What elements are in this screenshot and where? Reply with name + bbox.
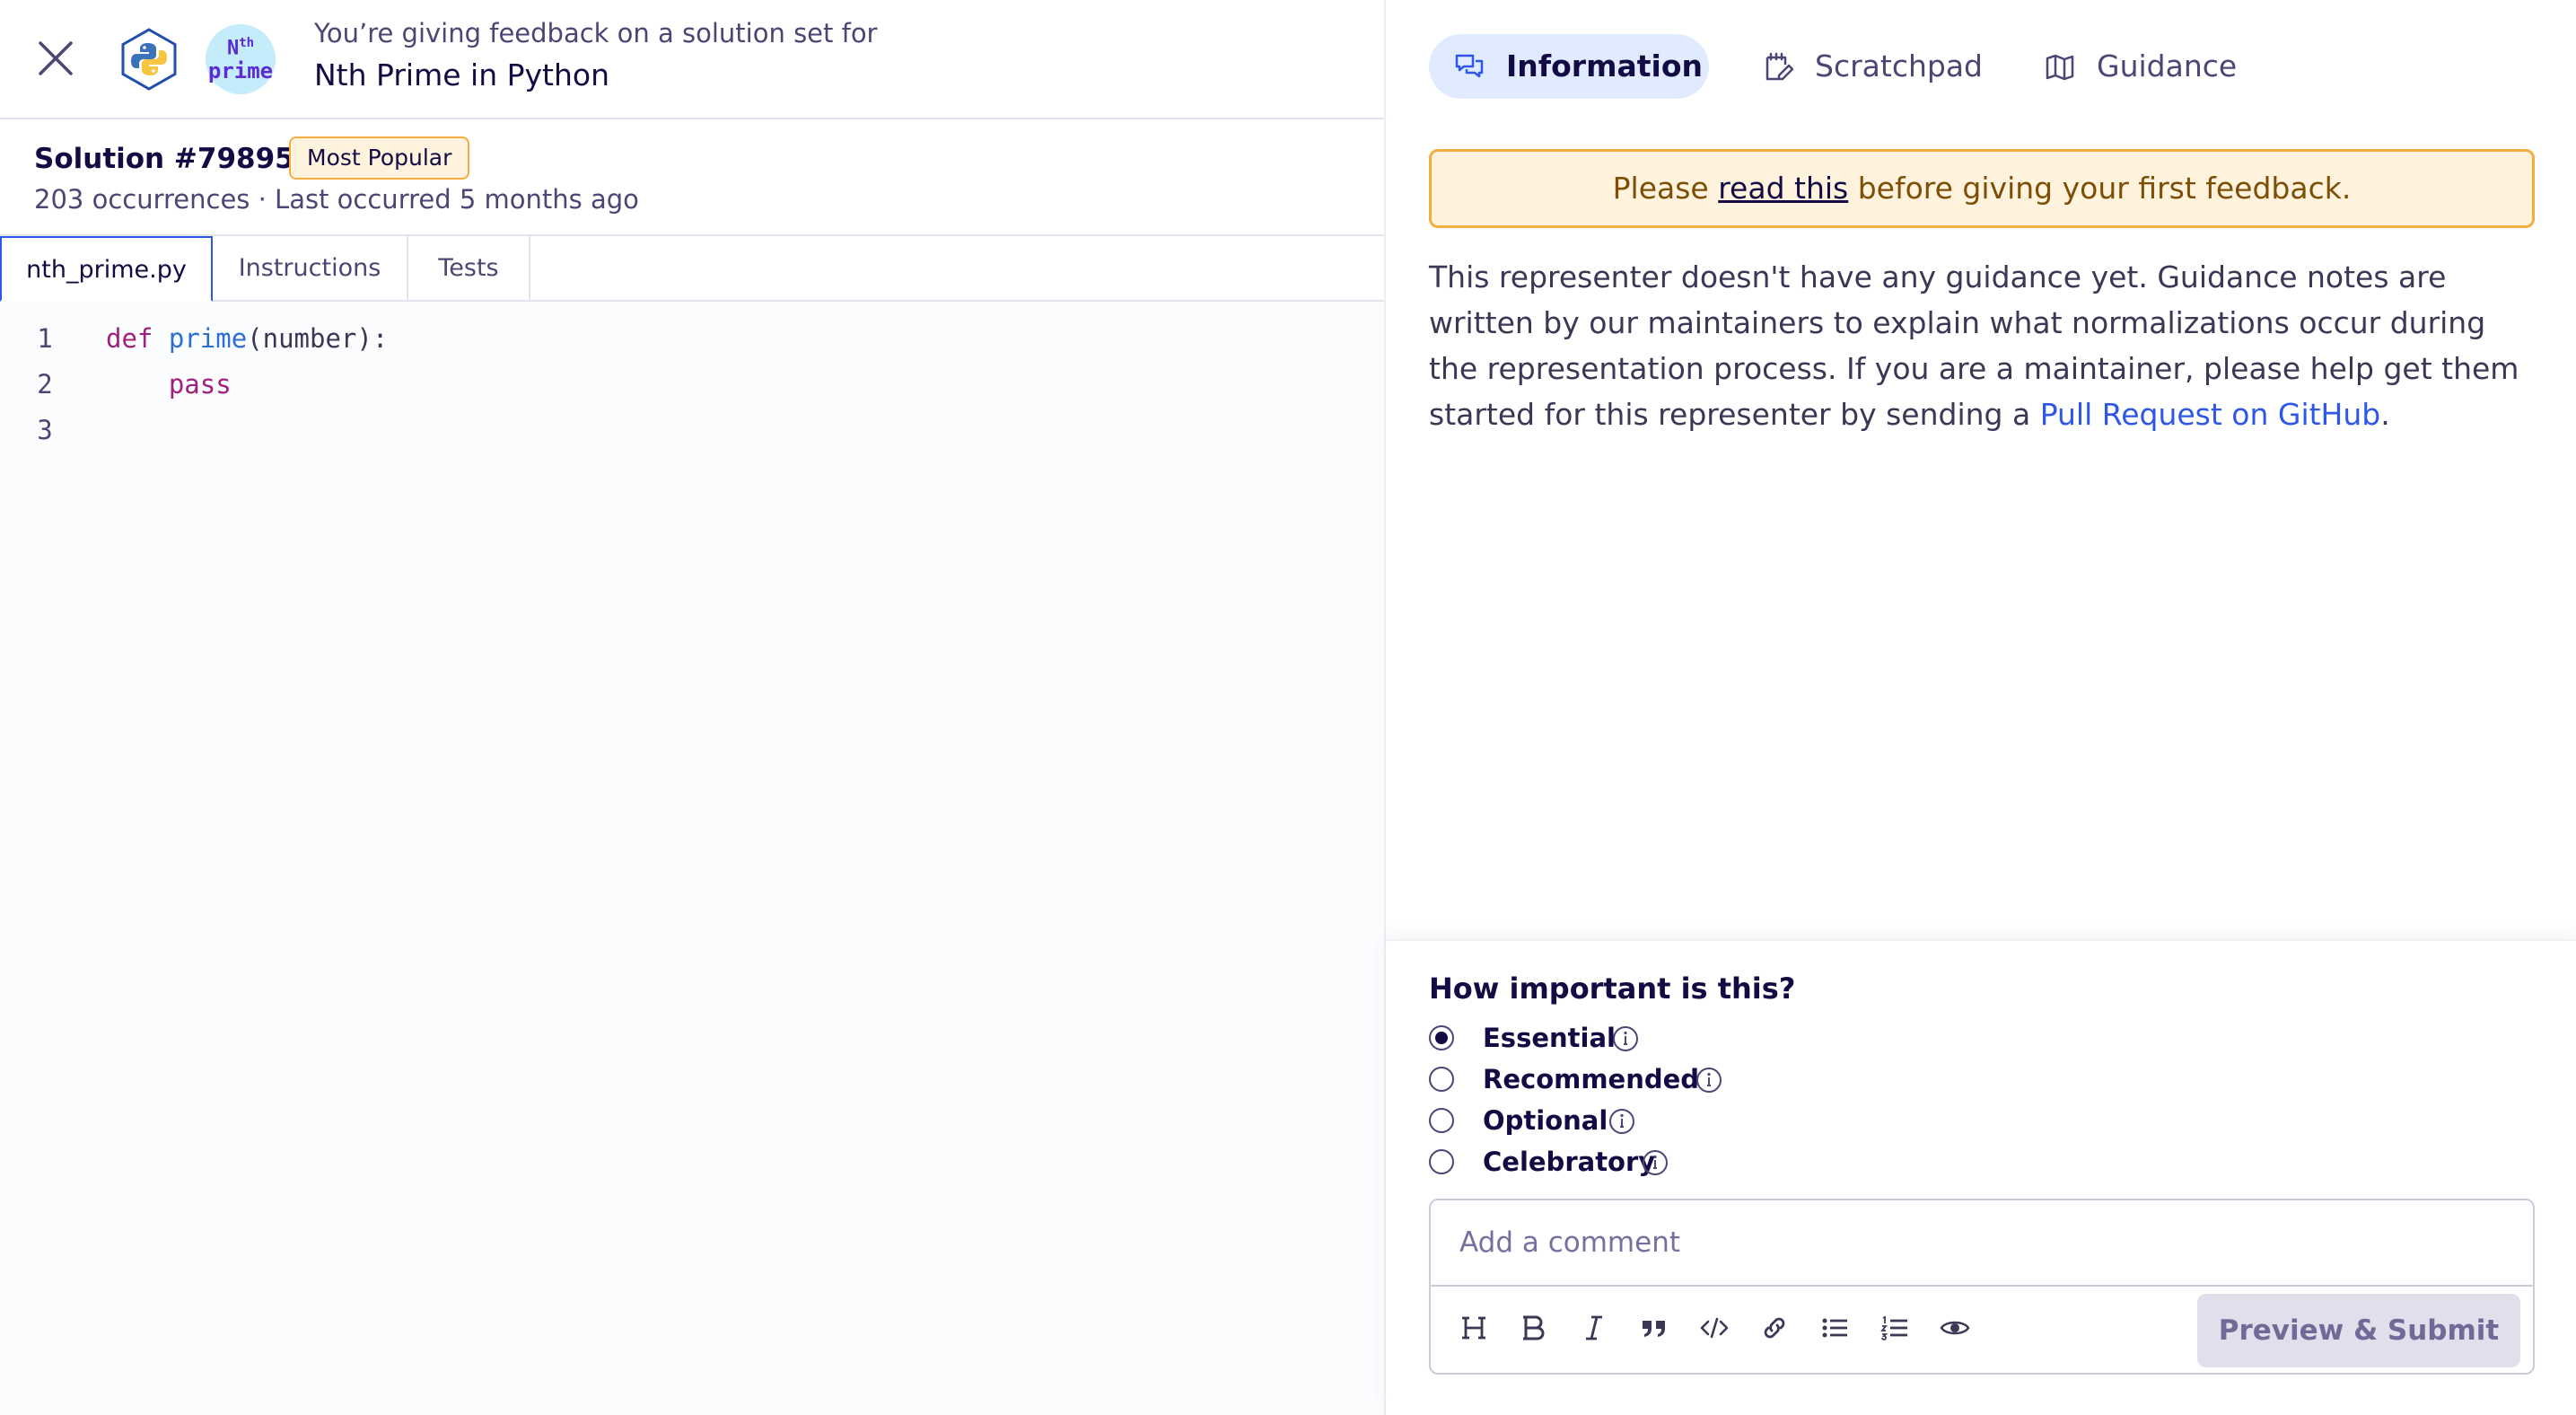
comment-input[interactable] bbox=[1431, 1200, 2533, 1287]
code-icon[interactable] bbox=[1698, 1312, 1730, 1344]
option-celebratory[interactable]: Celebratory bbox=[1429, 1144, 1967, 1180]
option-essential[interactable]: Essential bbox=[1429, 1020, 1967, 1056]
preview-submit-button[interactable]: Preview & Submit bbox=[2197, 1294, 2520, 1367]
line-number: 3 bbox=[37, 415, 53, 445]
option-celebratory-label: Celebratory bbox=[1483, 1147, 1656, 1177]
info-icon[interactable] bbox=[1612, 1025, 1639, 1052]
exercise-icon-word: prime bbox=[207, 58, 274, 84]
notice-text-before: Please bbox=[1612, 171, 1719, 206]
exercise-title: Nth Prime in Python bbox=[314, 57, 609, 92]
option-recommended-label: Recommended bbox=[1483, 1064, 1700, 1094]
info-icon[interactable] bbox=[1695, 1067, 1722, 1094]
most-popular-badge: Most Popular bbox=[289, 136, 470, 180]
code-function-name: prime bbox=[168, 323, 248, 354]
chat-bubbles-icon bbox=[1455, 54, 1484, 78]
exercise-icon: Nth prime bbox=[206, 24, 276, 94]
tab-information-label: Information bbox=[1506, 48, 1703, 83]
option-optional-label: Optional bbox=[1483, 1105, 1608, 1136]
notepad-pencil-icon bbox=[1766, 52, 1793, 81]
solution-meta: 203 occurrences · Last occurred 5 months… bbox=[34, 184, 639, 215]
option-recommended[interactable]: Recommended bbox=[1429, 1061, 1967, 1097]
solution-header: Solution #798952 Most Popular 203 occurr… bbox=[0, 121, 1384, 236]
guidance-text: This representer doesn't have any guidan… bbox=[1429, 254, 2542, 437]
first-feedback-notice: Please read this before giving your firs… bbox=[1429, 149, 2535, 228]
code-line: 1 def prime(number): bbox=[0, 323, 1384, 369]
feedback-panel: How important is this? Essential Recomme… bbox=[1386, 939, 2576, 1415]
radio-celebratory[interactable] bbox=[1429, 1149, 1454, 1174]
preview-eye-icon[interactable] bbox=[1939, 1312, 1971, 1344]
importance-question: How important is this? bbox=[1429, 971, 1796, 1006]
bold-icon[interactable] bbox=[1518, 1312, 1550, 1344]
close-button[interactable] bbox=[34, 37, 77, 80]
bullet-list-icon[interactable] bbox=[1818, 1312, 1851, 1344]
option-optional[interactable]: Optional bbox=[1429, 1103, 1967, 1138]
pull-request-link[interactable]: Pull Request on GitHub bbox=[2040, 397, 2381, 432]
tab-guidance-label: Guidance bbox=[2097, 48, 2238, 83]
notice-text-after: before giving your first feedback. bbox=[1848, 171, 2352, 206]
tab-scratchpad-label: Scratchpad bbox=[1815, 48, 1983, 83]
close-icon bbox=[39, 41, 73, 75]
left-pane: Nth prime You’re giving feedback on a so… bbox=[0, 0, 1384, 1415]
code-rest: (number): bbox=[247, 323, 389, 354]
numbered-list-icon[interactable] bbox=[1879, 1312, 1911, 1344]
code-text: pass bbox=[106, 369, 232, 400]
comment-editor: Preview & Submit bbox=[1429, 1199, 2535, 1375]
code-text: def prime(number): bbox=[106, 323, 388, 354]
info-icon[interactable] bbox=[1642, 1149, 1669, 1176]
code-line: 2 pass bbox=[0, 369, 1384, 415]
tab-information[interactable]: Information bbox=[1429, 34, 1709, 99]
radio-essential[interactable] bbox=[1429, 1025, 1454, 1050]
python-logo-icon bbox=[118, 27, 180, 92]
file-tabs: nth_prime.py Instructions Tests bbox=[0, 236, 1384, 302]
tab-guidance[interactable]: Guidance bbox=[2020, 34, 2262, 99]
open-book-icon bbox=[2046, 54, 2074, 81]
heading-icon[interactable] bbox=[1458, 1312, 1490, 1344]
tab-instructions[interactable]: Instructions bbox=[213, 236, 408, 302]
right-pane: Information Scratchpad Guidance Please r… bbox=[1384, 0, 2576, 1415]
line-number: 2 bbox=[37, 369, 53, 400]
guidance-end: . bbox=[2380, 397, 2390, 432]
header-bar: Nth prime You’re giving feedback on a so… bbox=[0, 0, 1384, 119]
option-essential-label: Essential bbox=[1483, 1023, 1616, 1053]
solution-title: Solution #798952 bbox=[34, 143, 314, 175]
exercise-icon-letter: N bbox=[226, 37, 240, 60]
code-keyword: pass bbox=[168, 369, 232, 400]
radio-optional[interactable] bbox=[1429, 1108, 1454, 1133]
line-number: 1 bbox=[37, 323, 53, 354]
code-keyword: def bbox=[106, 323, 153, 354]
tab-scratchpad[interactable]: Scratchpad bbox=[1738, 34, 1998, 99]
quote-icon[interactable] bbox=[1638, 1312, 1670, 1344]
tab-tests[interactable]: Tests bbox=[408, 236, 530, 302]
code-line: 3 bbox=[0, 415, 1384, 461]
read-this-link[interactable]: read this bbox=[1718, 171, 1848, 206]
italic-icon[interactable] bbox=[1578, 1312, 1610, 1344]
exercise-icon-sup: th bbox=[239, 36, 255, 50]
radio-recommended[interactable] bbox=[1429, 1067, 1454, 1092]
info-icon[interactable] bbox=[1608, 1108, 1635, 1135]
tab-nth-prime-py[interactable]: nth_prime.py bbox=[0, 236, 213, 302]
giving-feedback-caption: You’re giving feedback on a solution set… bbox=[314, 18, 878, 48]
link-icon[interactable] bbox=[1758, 1312, 1791, 1344]
